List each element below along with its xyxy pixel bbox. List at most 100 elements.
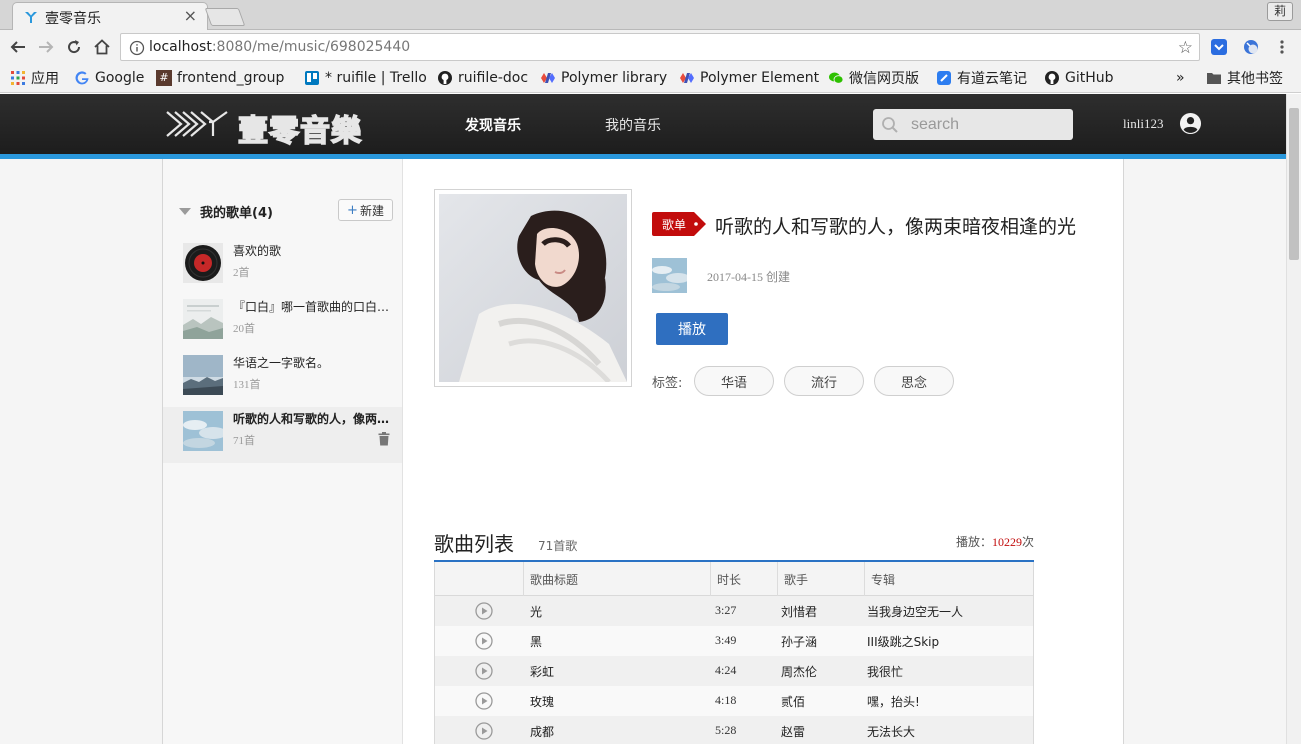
bookmark-ruifile-doc[interactable]: ruifile-doc — [437, 68, 528, 88]
bookmark-polymer-library[interactable]: Polymer library — [540, 68, 667, 88]
browser-menu-icon[interactable] — [1272, 37, 1292, 57]
folder-icon — [1207, 73, 1221, 84]
bookmark-trello[interactable]: * ruifile | Trello — [304, 68, 427, 88]
bookmark-star-icon[interactable]: ☆ — [1178, 38, 1193, 58]
bookmark-label: Google — [95, 70, 145, 86]
column-divider — [864, 562, 865, 596]
profile-button[interactable]: 莉 — [1267, 2, 1293, 21]
bookmark-label: GitHub — [1065, 70, 1114, 86]
page-scrollbar[interactable] — [1286, 94, 1301, 744]
back-arrow-icon[interactable] — [8, 37, 28, 57]
bookmark-label: frontend_group — [177, 70, 285, 86]
play-count: 播放：10229次 — [956, 533, 1034, 550]
info-icon[interactable] — [129, 40, 145, 56]
song-row[interactable]: 彩虹 4:24 周杰伦 我很忙 — [435, 656, 1033, 686]
nav-discover-music[interactable]: 发现音乐 — [465, 115, 521, 135]
bookmark-wechat[interactable]: 微信网页版 — [828, 68, 919, 88]
playlist-item[interactable]: 『口白』哪一首歌曲的口白让你印象最深 20首 — [163, 295, 402, 351]
new-playlist-label: 新建 — [359, 203, 384, 218]
account-circle-icon[interactable] — [1179, 112, 1202, 135]
song-title[interactable]: 黑 — [530, 633, 542, 650]
extension-translate-icon[interactable] — [1242, 38, 1260, 56]
playlist-item-selected[interactable]: 听歌的人和写歌的人，像两束暗夜相逢的光 71首 — [163, 407, 402, 463]
trash-icon[interactable] — [378, 432, 390, 446]
song-album[interactable]: 当我身边空无一人 — [867, 603, 963, 620]
browser-tab-active[interactable]: 壹零音乐 × — [12, 2, 208, 30]
home-icon[interactable] — [92, 37, 112, 57]
play-circle-icon[interactable] — [475, 722, 493, 740]
tag-pill[interactable]: 流行 — [784, 366, 864, 396]
column-divider — [523, 562, 524, 596]
play-circle-icon[interactable] — [475, 662, 493, 680]
creator-avatar[interactable] — [652, 258, 687, 293]
reload-icon[interactable] — [64, 37, 84, 57]
logo-text[interactable]: 壹零音樂 — [237, 106, 362, 150]
playlist-count: 2首 — [233, 267, 250, 279]
bookmark-github[interactable]: GitHub — [1044, 68, 1114, 88]
playlist-item[interactable]: 华语之一字歌名。 131首 — [163, 351, 402, 407]
play-circle-icon[interactable] — [475, 632, 493, 650]
created-date: 2017-04-15 — [707, 270, 763, 284]
apps-grid-icon — [11, 71, 25, 85]
search-input[interactable] — [911, 112, 1061, 137]
bookmark-youdao[interactable]: 有道云笔记 — [936, 68, 1027, 88]
play-all-button[interactable]: 播放 — [656, 313, 728, 345]
forward-arrow-icon[interactable] — [36, 37, 56, 57]
playlist-cover-large — [434, 189, 632, 387]
playlist-name: 华语之一字歌名。 — [233, 356, 330, 370]
play-circle-icon[interactable] — [475, 602, 493, 620]
tag-pill[interactable]: 思念 — [874, 366, 954, 396]
song-artist[interactable]: 贰佰 — [781, 693, 805, 710]
caret-down-icon[interactable] — [179, 208, 191, 215]
playlist-sidebar: 我的歌单(4) + 新建 喜欢的歌 2首 『口白』哪一首歌曲的口白让你印象最深 … — [163, 159, 403, 744]
song-title[interactable]: 玫瑰 — [530, 693, 554, 710]
song-row[interactable]: 黑 3:49 孙子涵 III级跳之Skip — [435, 626, 1033, 656]
search-box[interactable] — [873, 109, 1073, 140]
logo-icon[interactable] — [165, 108, 235, 140]
address-bar[interactable]: localhost:8080/me/music/698025440 ☆ — [120, 33, 1200, 61]
song-album[interactable]: III级跳之Skip — [867, 633, 939, 650]
bookmark-polymer-element[interactable]: Polymer Element — [679, 68, 819, 88]
song-artist[interactable]: 赵雷 — [781, 723, 805, 740]
my-playlists-toggle[interactable]: 我的歌单(4) — [179, 202, 273, 221]
bookmark-frontend-group[interactable]: # frontend_group — [156, 68, 284, 88]
created-info: 2017-04-15 创建 — [707, 268, 790, 285]
bookmark-google[interactable]: Google — [74, 68, 144, 88]
nav-my-music[interactable]: 我的音乐 — [605, 115, 661, 135]
song-artist[interactable]: 刘惜君 — [781, 603, 817, 620]
bookmark-apps[interactable]: 应用 — [10, 68, 59, 88]
tag-pill[interactable]: 华语 — [694, 366, 774, 396]
song-album[interactable]: 我很忙 — [867, 663, 903, 680]
scrollbar-thumb[interactable] — [1289, 108, 1299, 260]
new-tab-button[interactable] — [204, 8, 246, 26]
song-artist[interactable]: 孙子涵 — [781, 633, 817, 650]
new-playlist-button[interactable]: + 新建 — [338, 199, 393, 221]
song-artist[interactable]: 周杰伦 — [781, 663, 817, 680]
column-header-album: 专辑 — [871, 573, 896, 587]
tab-close-icon[interactable]: × — [184, 6, 197, 25]
username[interactable]: linli123 — [1123, 116, 1163, 132]
song-row[interactable]: 成都 5:28 赵雷 无法长大 — [435, 716, 1033, 744]
polymer-icon — [680, 73, 694, 83]
song-list-title: 歌曲列表 — [434, 532, 514, 556]
song-album[interactable]: 无法长大 — [867, 723, 915, 740]
song-album[interactable]: 嘿，抬头! — [867, 693, 920, 710]
song-row[interactable]: 光 3:27 刘惜君 当我身边空无一人 — [435, 596, 1033, 626]
playlist-item[interactable]: 喜欢的歌 2首 — [163, 239, 402, 295]
playlist-cover — [183, 243, 223, 283]
play-circle-icon[interactable] — [475, 692, 493, 710]
url-text[interactable]: localhost:8080/me/music/698025440 — [149, 39, 410, 55]
extension-pocket-icon[interactable] — [1210, 38, 1228, 56]
bookmark-label: 应用 — [31, 71, 59, 87]
song-table-header: 歌曲标题 时长 歌手 专辑 — [435, 562, 1033, 596]
song-row[interactable]: 玫瑰 4:18 贰佰 嘿，抬头! — [435, 686, 1033, 716]
song-title[interactable]: 彩虹 — [530, 663, 554, 680]
bookmark-other-folder[interactable]: 其他书签 — [1206, 68, 1283, 88]
playlist-type-text: 歌单 — [662, 217, 686, 232]
playlist-cover — [183, 411, 223, 451]
bookmarks-overflow-button[interactable]: » — [1176, 68, 1185, 88]
song-title[interactable]: 成都 — [530, 723, 554, 740]
song-title[interactable]: 光 — [530, 603, 542, 620]
playlist-type-badge: 歌单 — [652, 212, 706, 236]
site-favicon-icon — [25, 12, 37, 23]
